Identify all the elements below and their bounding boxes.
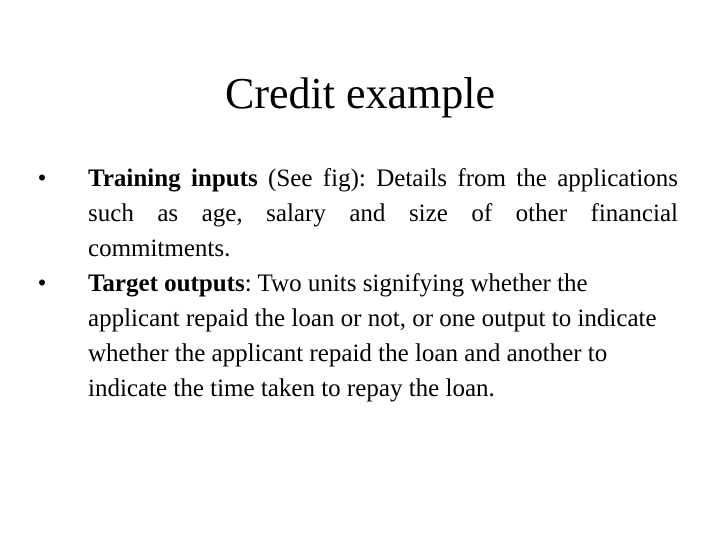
bullet-target-outputs: • Target outputs: Two units signifying w… [38, 266, 678, 406]
bullet-term: Training inputs [88, 165, 258, 192]
bullet-term: Target outputs [88, 270, 245, 297]
slide-title: Credit example [224, 69, 495, 118]
bullet-icon: • [37, 165, 47, 192]
bullet-icon: • [37, 270, 47, 297]
slide: Credit example • Training inputs (See fi… [0, 0, 720, 540]
bullet-list: • Training inputs (See fig): Details fro… [38, 161, 678, 406]
bullet-training-inputs: • Training inputs (See fig): Details fro… [38, 161, 678, 266]
